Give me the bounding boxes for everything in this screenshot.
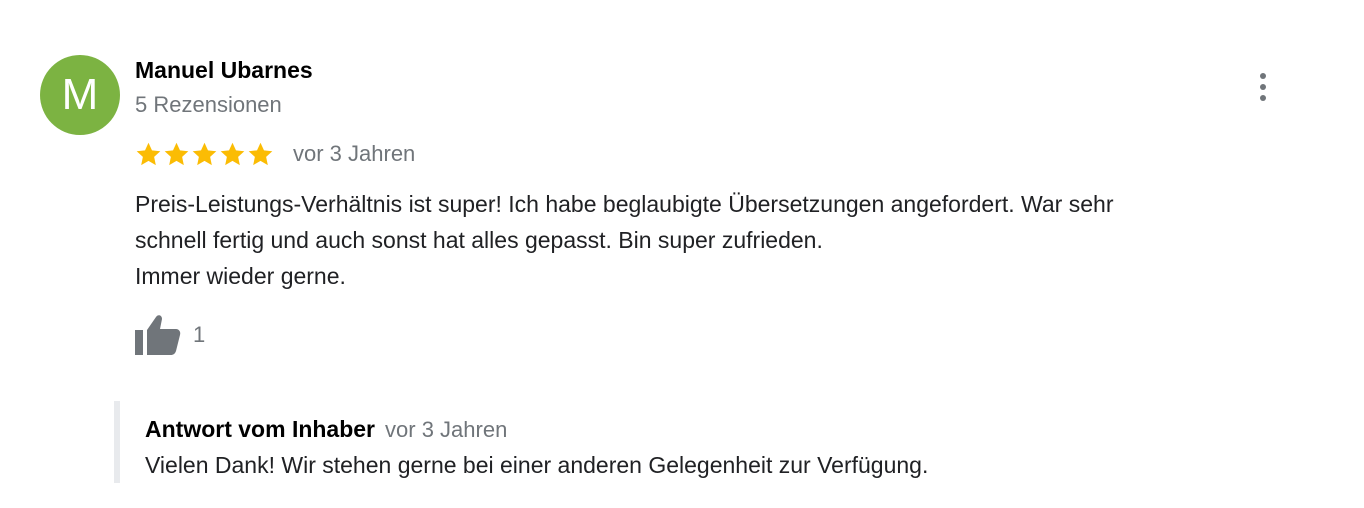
- star-icon: [164, 142, 189, 165]
- owner-reply-date: vor 3 Jahren: [385, 417, 508, 442]
- thumbs-up-icon: [135, 315, 181, 355]
- like-row: 1: [135, 313, 205, 357]
- owner-reply-author: Antwort vom Inhaber: [145, 416, 376, 442]
- review-date: vor 3 Jahren: [293, 141, 416, 166]
- owner-reply-text: Vielen Dank! Wir stehen gerne bei einer …: [145, 452, 929, 478]
- review-card: M Manuel Ubarnes 5 Rezensionen vor 3 Jah…: [0, 0, 1364, 508]
- more-options-button[interactable]: [1246, 70, 1280, 104]
- owner-reply-header: Antwort vom Inhaber vor 3 Jahren: [145, 416, 507, 443]
- review-text-line: Immer wieder gerne.: [135, 263, 346, 289]
- avatar[interactable]: M: [40, 55, 120, 135]
- star-icon: [192, 142, 217, 165]
- more-vert-icon: [1260, 73, 1266, 79]
- rating-row: vor 3 Jahren: [135, 139, 415, 169]
- review-text-line: schnell fertig und auch sonst hat alles …: [135, 227, 823, 253]
- author-name[interactable]: Manuel Ubarnes: [135, 57, 313, 84]
- owner-reply: Antwort vom Inhaber vor 3 Jahren Vielen …: [114, 401, 1220, 483]
- review-text: Preis-Leistungs-Verhältnis ist super! Ic…: [135, 186, 1285, 294]
- like-button[interactable]: [135, 313, 181, 357]
- review-count: 5 Rezensionen: [135, 92, 282, 117]
- more-vert-icon-dot: [1260, 95, 1266, 101]
- star-icon: [248, 142, 273, 165]
- star-icon: [220, 142, 245, 165]
- star-icon: [136, 142, 161, 165]
- avatar-letter: M: [61, 70, 99, 119]
- more-vert-icon-dot: [1260, 84, 1266, 90]
- like-count: 1: [193, 322, 206, 347]
- star-rating: [135, 141, 274, 168]
- review-text-line: Preis-Leistungs-Verhältnis ist super! Ic…: [135, 191, 1114, 217]
